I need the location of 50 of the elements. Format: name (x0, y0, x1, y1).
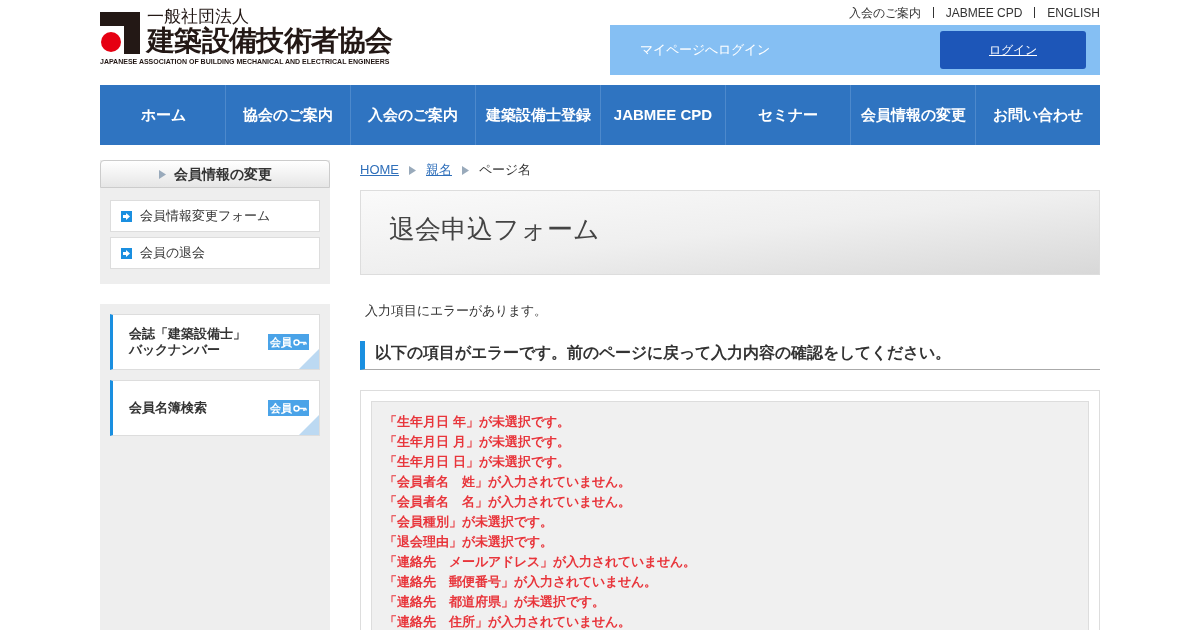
arrow-icon (121, 247, 132, 259)
error-message: 「連絡先 都道府県」が未選択です。 (384, 592, 606, 611)
nav-item[interactable]: 会員情報の変更 (850, 85, 975, 145)
login-label: マイページへログイン (640, 41, 770, 60)
nav-item[interactable]: 協会のご案内 (225, 85, 350, 145)
top-link[interactable]: 入会のご案内 (848, 3, 921, 22)
member-badge: 会員 (268, 333, 309, 351)
error-message: 「連絡先 郵便番号」が入力されていません。 (384, 572, 658, 591)
nav-item[interactable]: ホーム (100, 85, 225, 145)
arrow-icon (121, 210, 132, 222)
banner-label: 会員名簿検索 (129, 400, 208, 416)
nav-item[interactable]: 建築設備士登録 (475, 85, 600, 145)
sidebar-link[interactable]: 会員情報変更フォーム (110, 200, 320, 232)
error-message: 「会員者名 姓」が入力されていません。 (384, 472, 632, 491)
error-message: 「会員種別」が未選択です。 (384, 512, 554, 531)
triangle-icon (462, 165, 469, 175)
sidebar-link[interactable]: 会員の退会 (110, 237, 320, 269)
nav-item[interactable]: JABMEE CPD (600, 85, 725, 145)
page-title: 退会申込フォーム (389, 213, 600, 246)
top-link[interactable]: ENGLISH (1047, 3, 1100, 22)
banner-label: 会誌「建築設備士」バックナンバー (129, 326, 247, 358)
triangle-icon (158, 169, 166, 179)
login-button[interactable]: ログイン (940, 31, 1086, 69)
error-message: 「会員者名 名」が入力されていません。 (384, 492, 632, 511)
breadcrumb-current: ページ名 (479, 161, 531, 180)
corner-triangle-icon (299, 415, 319, 435)
key-icon (293, 404, 307, 412)
error-message: 「生年月日 日」が未選択です。 (384, 452, 571, 471)
logo-subtitle: 一般社団法人 (147, 8, 250, 25)
section-heading: 以下の項目がエラーです。前のページに戻って入力内容の確認をしてください。 (360, 340, 1100, 370)
error-message: 「生年月日 年」が未選択です。 (384, 412, 571, 431)
sidebar-banner[interactable]: 会誌「建築設備士」バックナンバー 会員 (110, 314, 320, 370)
member-badge: 会員 (268, 399, 309, 417)
nav-item[interactable]: お問い合わせ (975, 85, 1100, 145)
breadcrumb-link[interactable]: HOME (360, 160, 399, 180)
logo-name: 建築設備技術者協会 (147, 27, 393, 55)
error-message: 「連絡先 住所」が入力されていません。 (384, 612, 632, 630)
error-message: 「退会理由」が未選択です。 (384, 532, 554, 551)
nav-item[interactable]: 入会のご案内 (350, 85, 475, 145)
nav-item[interactable]: セミナー (725, 85, 850, 145)
error-message: 「生年月日 月」が未選択です。 (384, 432, 571, 451)
breadcrumb-link[interactable]: 親名 (426, 160, 452, 180)
error-notice: 入力項目にエラーがあります。 (365, 302, 548, 320)
corner-triangle-icon (299, 349, 319, 369)
sidebar-banner[interactable]: 会員名簿検索 会員 (110, 380, 320, 436)
top-link[interactable]: JABMEE CPD (945, 3, 1023, 22)
triangle-icon (409, 165, 416, 175)
error-message: 「連絡先 メールアドレス」が入力されていません。 (384, 552, 697, 571)
key-icon (293, 338, 307, 346)
sidebar-title-text: 会員情報の変更 (173, 164, 272, 184)
